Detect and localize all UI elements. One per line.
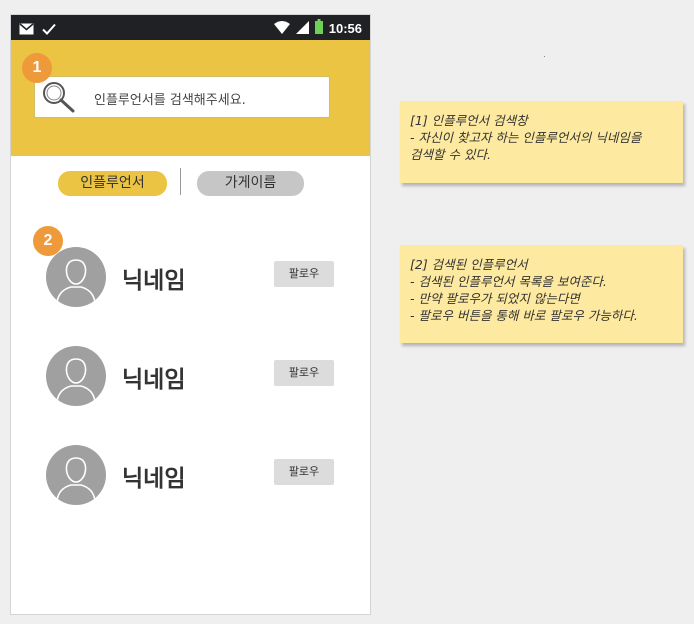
mail-icon <box>19 20 34 39</box>
annotation-note-1: [1] 인플루언서 검색창 - 자신이 찾고자 하는 인플루언서의 닉네임을 검… <box>400 101 683 183</box>
battery-icon <box>314 19 323 38</box>
user-icon <box>56 259 96 304</box>
search-header: 인플루언서를 검색해주세요. <box>11 40 370 156</box>
tab-influencer[interactable]: 인플루언서 <box>58 171 167 196</box>
follow-button[interactable]: 팔로우 <box>274 360 334 386</box>
follow-button[interactable]: 팔로우 <box>274 261 334 287</box>
search-input[interactable]: 인플루언서를 검색해주세요. <box>34 76 330 118</box>
note-line: [1] 인플루언서 검색창 <box>410 113 528 128</box>
list-item[interactable]: 닉네임 팔로우 <box>11 445 370 509</box>
note-line: [2] 검색된 인플루언서 <box>410 257 528 272</box>
tab-store-name[interactable]: 가게이름 <box>197 171 304 196</box>
avatar <box>46 346 106 406</box>
search-icon[interactable] <box>41 80 77 118</box>
tab-bar: 인플루언서 가게이름 <box>11 168 370 203</box>
nickname: 닉네임 <box>122 367 186 393</box>
status-bar: 10:56 <box>11 15 370 40</box>
note-line: - 팔로우 버튼을 통해 바로 팔로우 가능하다. <box>410 308 638 323</box>
stray-dot <box>544 56 545 57</box>
list-item[interactable]: 닉네임 팔로우 <box>11 247 370 311</box>
phone-screen: 10:56 인플루언서를 검색해주세요. 1 인플루언서 가게이름 닉네임 팔로… <box>10 14 371 615</box>
annotation-badge-2: 2 <box>33 226 63 256</box>
annotation-note-2: [2] 검색된 인플루언서 - 검색된 인플루언서 목록을 보여준다. - 만약… <box>400 245 683 343</box>
follow-button[interactable]: 팔로우 <box>274 459 334 485</box>
note-line: - 자신이 찾고자 하는 인플루언서의 닉네임을 <box>410 130 642 145</box>
annotation-badge-1: 1 <box>22 53 52 83</box>
avatar <box>46 445 106 505</box>
check-icon <box>42 20 56 39</box>
nickname: 닉네임 <box>122 268 186 294</box>
user-icon <box>56 358 96 403</box>
user-icon <box>56 457 96 502</box>
signal-icon <box>295 19 309 38</box>
tab-divider <box>180 168 181 195</box>
avatar <box>46 247 106 307</box>
wifi-icon <box>273 19 290 38</box>
search-placeholder: 인플루언서를 검색해주세요. <box>94 93 246 108</box>
note-line: - 만약 팔로우가 되었지 않는다면 <box>410 291 580 306</box>
status-time: 10:56 <box>328 21 362 36</box>
nickname: 닉네임 <box>122 466 186 492</box>
note-line: - 검색된 인플루언서 목록을 보여준다. <box>410 274 607 289</box>
list-item[interactable]: 닉네임 팔로우 <box>11 346 370 410</box>
note-line: 검색할 수 있다. <box>410 147 491 162</box>
